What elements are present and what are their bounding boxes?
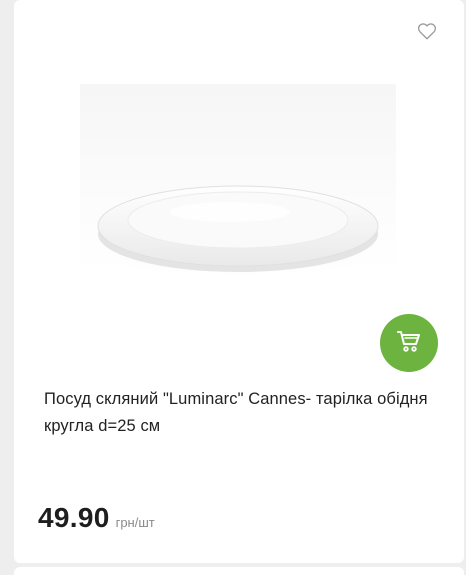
price-row: 49.90 грн/шт [38, 502, 155, 534]
heart-outline-icon [417, 22, 437, 45]
product-card[interactable]: Посуд скляний "Luminarc" Cannes- тарілка… [14, 0, 464, 563]
product-image[interactable] [80, 84, 396, 274]
favorite-button[interactable] [416, 22, 438, 44]
product-price: 49.90 [38, 502, 110, 533]
next-card-edge [14, 567, 464, 575]
shopping-cart-icon [396, 329, 422, 358]
price-unit: грн/шт [115, 515, 155, 530]
product-title[interactable]: Посуд скляний "Luminarc" Cannes- тарілка… [44, 386, 436, 440]
plate-image [80, 84, 396, 274]
add-to-cart-button[interactable] [380, 314, 438, 372]
